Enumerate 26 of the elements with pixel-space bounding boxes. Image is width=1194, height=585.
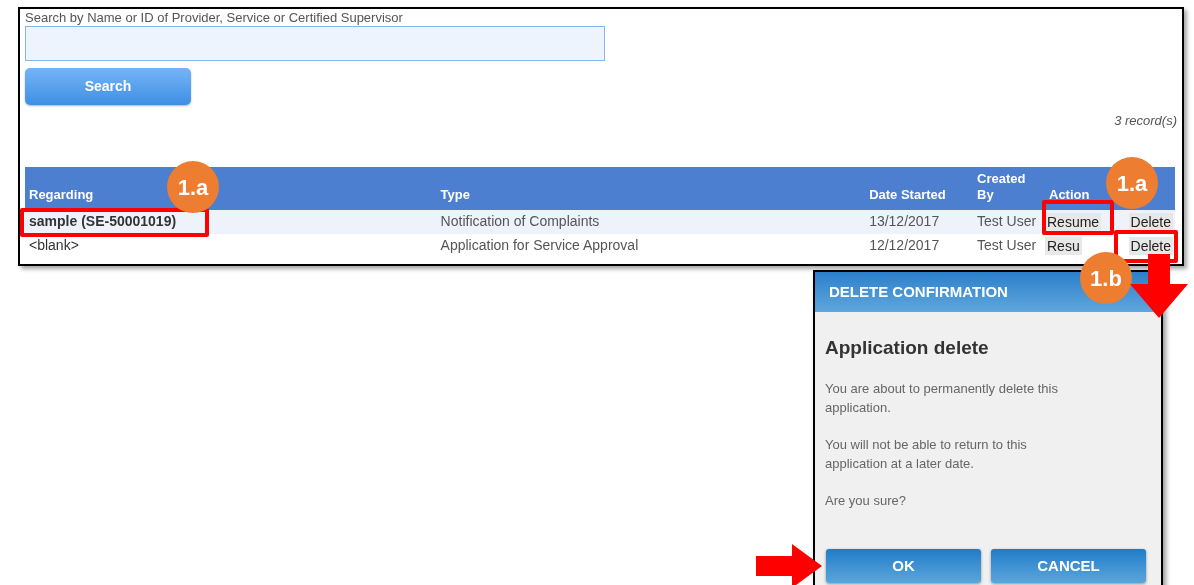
dialog-text: You are about to permanently delete this application. — [825, 379, 1059, 417]
search-field[interactable] — [25, 26, 605, 61]
right-arrow-icon — [756, 544, 822, 585]
table-cell: 12/12/2017 — [869, 237, 940, 253]
column-header: Created By — [977, 170, 1027, 203]
delete-button[interactable]: Delete — [1128, 212, 1173, 231]
search-label: Search by Name or ID of Provider, Service or Certified Supervisor — [25, 10, 404, 26]
dialog-text: You will not be able to return to this application at a later date. — [825, 435, 1028, 473]
dialog-title: DELETE CONFIRMATION — [829, 281, 1008, 302]
dialog-text: Are you sure? — [825, 491, 907, 510]
table-cell: Test User — [977, 237, 1037, 253]
delete-button[interactable]: Delete — [1128, 236, 1173, 255]
column-header: Action — [1049, 186, 1090, 203]
table-cell: <blank> — [29, 237, 79, 253]
table-cell: sample (SE-50001019) — [29, 213, 177, 229]
record-count: 3 record(s) — [1114, 112, 1177, 130]
table-cell: 13/12/2017 — [869, 213, 940, 229]
table-cell: Application for Service Approval — [440, 237, 639, 253]
dialog-heading: Application delete — [825, 336, 990, 360]
resume-button[interactable]: Resume — [1045, 212, 1102, 231]
resume-button[interactable]: Resu — [1045, 236, 1082, 255]
column-header: Type — [440, 186, 470, 203]
table-cell: Test User — [977, 213, 1037, 229]
column-header: Date Started — [869, 186, 946, 203]
column-header: Regarding — [29, 186, 94, 203]
table-cell: Notification of Complaints — [440, 213, 600, 229]
